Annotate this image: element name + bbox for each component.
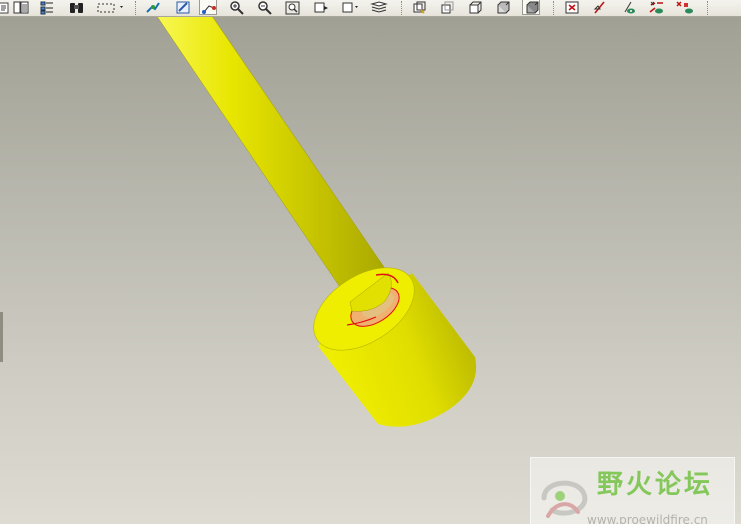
clipboard-list-icon[interactable] [12,0,30,15]
model-canvas[interactable] [0,17,741,524]
binoculars-icon[interactable] [68,0,86,15]
zoom-in-icon[interactable] [228,0,246,15]
zoom-out-icon[interactable] [256,0,274,15]
saved-views-icon[interactable] [340,0,358,15]
wireframe-icon[interactable] [411,0,429,15]
tree-hierarchy-icon[interactable] [38,0,56,15]
hidden-line-icon[interactable] [439,0,457,15]
spin-center-icon[interactable] [144,0,162,15]
shaft-rod[interactable] [146,17,389,303]
main-toolbar [0,0,741,17]
zoom-fit-icon[interactable] [284,0,302,15]
no-hidden-icon[interactable] [467,0,485,15]
datum-planes-icon[interactable] [563,0,581,15]
watermark-url: www.proewildfire.cn [587,513,708,524]
forum-watermark: 野火论坛 www.proewildfire.cn [530,457,735,524]
watermark-title: 野火论坛 [597,470,714,500]
shaded-icon[interactable] [495,0,513,15]
annotations-icon[interactable] [674,0,693,15]
coordinate-systems-icon[interactable] [647,0,665,15]
toolbar-separator [553,1,555,15]
repaint-icon[interactable] [174,0,192,15]
selection-box-icon[interactable] [96,0,123,15]
datum-axes-icon[interactable] [591,0,609,15]
toolbar-separator [135,1,137,15]
proe-logo-icon [541,480,588,518]
layers-icon[interactable] [370,0,388,15]
toolbar-separator [401,1,403,15]
enhanced-realism-icon[interactable] [522,0,540,15]
toolbar-separator [707,1,709,15]
reorient-icon[interactable] [312,0,330,15]
datum-points-icon[interactable] [619,0,637,15]
orient-mode-icon[interactable] [199,0,217,15]
graphics-viewport[interactable]: 野火论坛 www.proewildfire.cn [0,17,741,524]
